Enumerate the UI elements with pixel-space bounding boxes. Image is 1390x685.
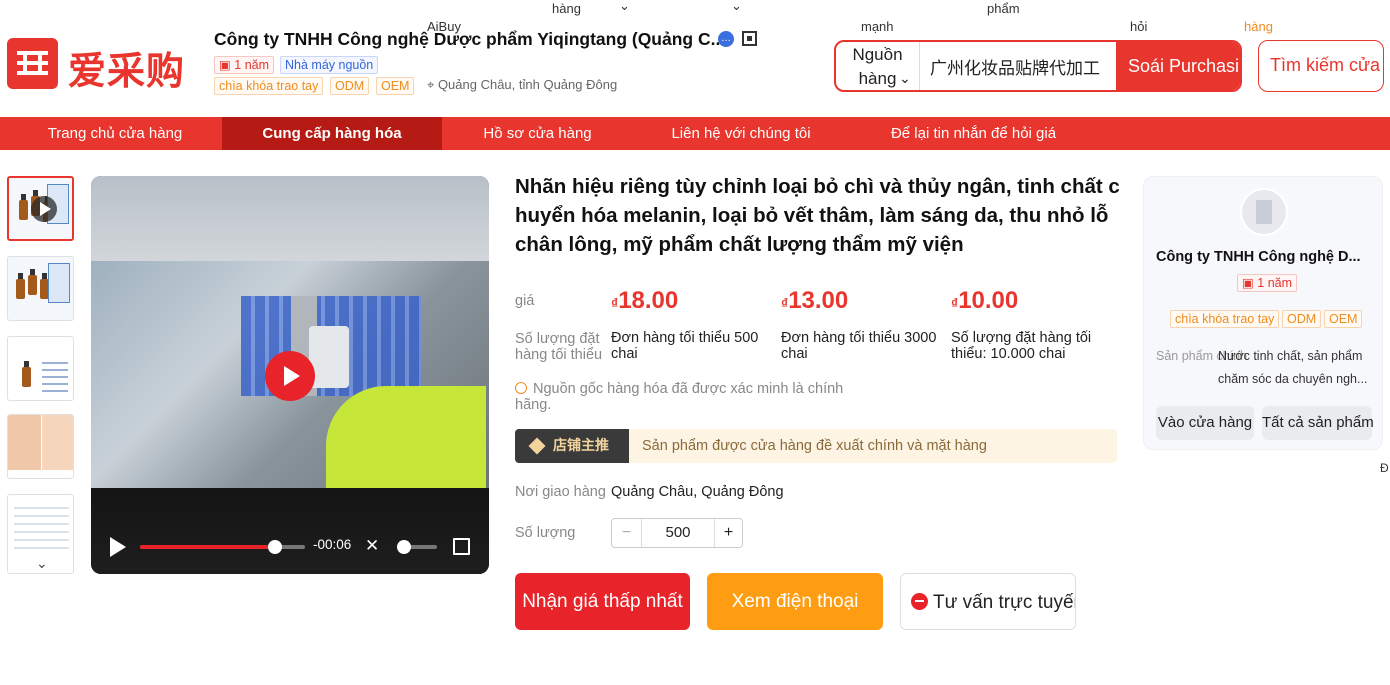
thumbnail-image[interactable] [7, 256, 74, 321]
store-name[interactable]: Công ty TNHH Công nghệ D... [1156, 249, 1372, 265]
stray-label-hang-orange: hàng [1244, 19, 1273, 34]
product-video[interactable]: -00:06 ✕ [91, 176, 489, 574]
online-consult-button[interactable]: Tư vấn trực tuyến [900, 573, 1076, 630]
decrement-button[interactable]: − [612, 519, 642, 547]
recommend-badge: 店铺主推 [515, 429, 629, 463]
certificate-icon: ▣ [1242, 276, 1258, 290]
certificate-icon: ▣ [219, 58, 235, 72]
visit-store-button[interactable]: Vào cửa hàng [1156, 406, 1254, 440]
logo-text[interactable]: 爱采购 [68, 40, 185, 95]
ship-from-value: Quảng Châu, Quảng Đông [611, 484, 784, 500]
recommend-text: Sản phẩm được cửa hàng đề xuất chính và … [642, 438, 987, 454]
thumbnail-image[interactable] [7, 336, 74, 401]
moq-tier-1: Đơn hàng tối thiểu 500 chai [611, 330, 759, 362]
video-progress-bar[interactable] [140, 540, 305, 554]
search-source-select[interactable]: Nguồn hàng ⌄ [836, 42, 920, 90]
years-badge: ▣ 1 năm [1237, 274, 1298, 292]
thumbnail-image[interactable]: ⌄ [7, 494, 74, 574]
search-input[interactable] [920, 42, 1116, 90]
source-factory-badge: Nhà máy nguồn [280, 56, 379, 74]
thumbnail-image[interactable] [7, 414, 74, 479]
all-products-button[interactable]: Tất cả sản phẩm [1262, 406, 1374, 440]
chevron-down-icon: ⌄ [619, 0, 630, 13]
store-location: ⌖ Quảng Châu, tỉnh Quảng Đông [427, 77, 618, 92]
stray-label-hoi: hỏi [1130, 19, 1148, 34]
logo-icon[interactable] [7, 38, 58, 89]
play-icon[interactable] [110, 537, 126, 557]
nav-item-supply[interactable]: Cung cấp hàng hóa [222, 117, 442, 150]
moq-tier-3: Số lượng đặt hàng tối thiểu: 10.000 chai [951, 330, 1092, 362]
stray-label-manh: mạnh [861, 19, 894, 34]
odm-tag: ODM [1282, 310, 1322, 328]
view-phone-button[interactable]: Xem điện thoại [707, 573, 883, 630]
years-badge: ▣ 1 năm [214, 56, 275, 74]
store-recommend-banner: 店铺主推 Sản phẩm được cửa hàng đề xuất chín… [515, 429, 1117, 463]
search-bar: Nguồn hàng ⌄ Soái Purchasing [834, 40, 1242, 92]
price-tier-2: ₫13.00 [781, 287, 849, 314]
thumbnail-video[interactable] [7, 176, 74, 241]
video-time: -00:06 [313, 537, 352, 552]
turnkey-tag: chìa khóa trao tay [1170, 310, 1280, 328]
oem-tag: OEM [376, 77, 415, 95]
company-name[interactable]: Công ty TNHH Công nghệ Dược phẩm Yiqingt… [214, 29, 725, 50]
store-card: Công ty TNHH Công nghệ D... ▣ 1 năm chìa… [1143, 176, 1383, 450]
quantity-input[interactable] [642, 519, 714, 547]
moq-tier-2: Đơn hàng tối thiểu 3000 chai [781, 330, 937, 362]
nav-item-home[interactable]: Trang chủ cửa hàng [30, 117, 200, 150]
chat-bubble-icon [911, 593, 928, 610]
chevron-down-icon: ⌄ [731, 0, 742, 13]
verified-source-note: Nguồn gốc hàng hóa đã được xác minh là c… [515, 381, 844, 413]
nav-item-inquiry[interactable]: Để lại tin nhắn để hỏi giá [880, 117, 1067, 150]
ship-from-label: Nơi giao hàng [515, 484, 606, 500]
turnkey-tag: chìa khóa trao tay [214, 77, 324, 95]
increment-button[interactable]: + [714, 519, 742, 547]
search-button[interactable]: Soái Purchasing [1116, 42, 1240, 90]
search-store-button[interactable]: Tìm kiếm cửa hàng [1258, 40, 1384, 92]
price-label: giá [515, 293, 535, 309]
price-tier-3: ₫10.00 [951, 287, 1019, 314]
chevron-down-icon[interactable]: ⌄ [36, 555, 48, 572]
play-icon[interactable] [265, 351, 315, 401]
main-products-value: Nước tinh chất, sản phẩm chăm sóc da chu… [1218, 349, 1368, 386]
store-navbar: Trang chủ cửa hàng Cung cấp hàng hóa Hồ … [0, 117, 1390, 150]
location-pin-icon: ⌖ [427, 77, 438, 92]
get-lowest-price-button[interactable]: Nhận giá thấp nhất [515, 573, 690, 630]
chevron-down-icon: ⌄ [899, 70, 911, 86]
quantity-label: Số lượng [515, 525, 576, 541]
nav-item-profile[interactable]: Hồ sơ cửa hàng [470, 117, 605, 150]
stray-label-hang: hàng [552, 1, 581, 16]
price-tier-1: ₫18.00 [611, 287, 679, 314]
store-avatar[interactable] [1240, 188, 1288, 236]
nav-item-contact[interactable]: Liên hệ với chúng tôi [660, 117, 822, 150]
quantity-stepper: − + [611, 518, 743, 548]
chat-icon[interactable]: … [718, 31, 734, 47]
verified-icon [515, 382, 527, 394]
edge-label: Đ [1380, 461, 1389, 475]
video-progress-fill [140, 545, 276, 549]
oem-tag: OEM [1324, 310, 1363, 328]
stray-label-pham: phẩm [987, 1, 1020, 16]
product-title: Nhãn hiệu riêng tùy chỉnh loại bỏ chì và… [515, 175, 1120, 256]
fullscreen-icon[interactable] [453, 538, 470, 555]
odm-tag: ODM [330, 77, 370, 95]
volume-handle[interactable] [397, 540, 411, 554]
moq-label: Số lượng đặt hàng tối thiểu [515, 331, 603, 363]
mute-icon[interactable]: ✕ [365, 536, 379, 556]
qr-code-icon[interactable] [742, 31, 757, 46]
